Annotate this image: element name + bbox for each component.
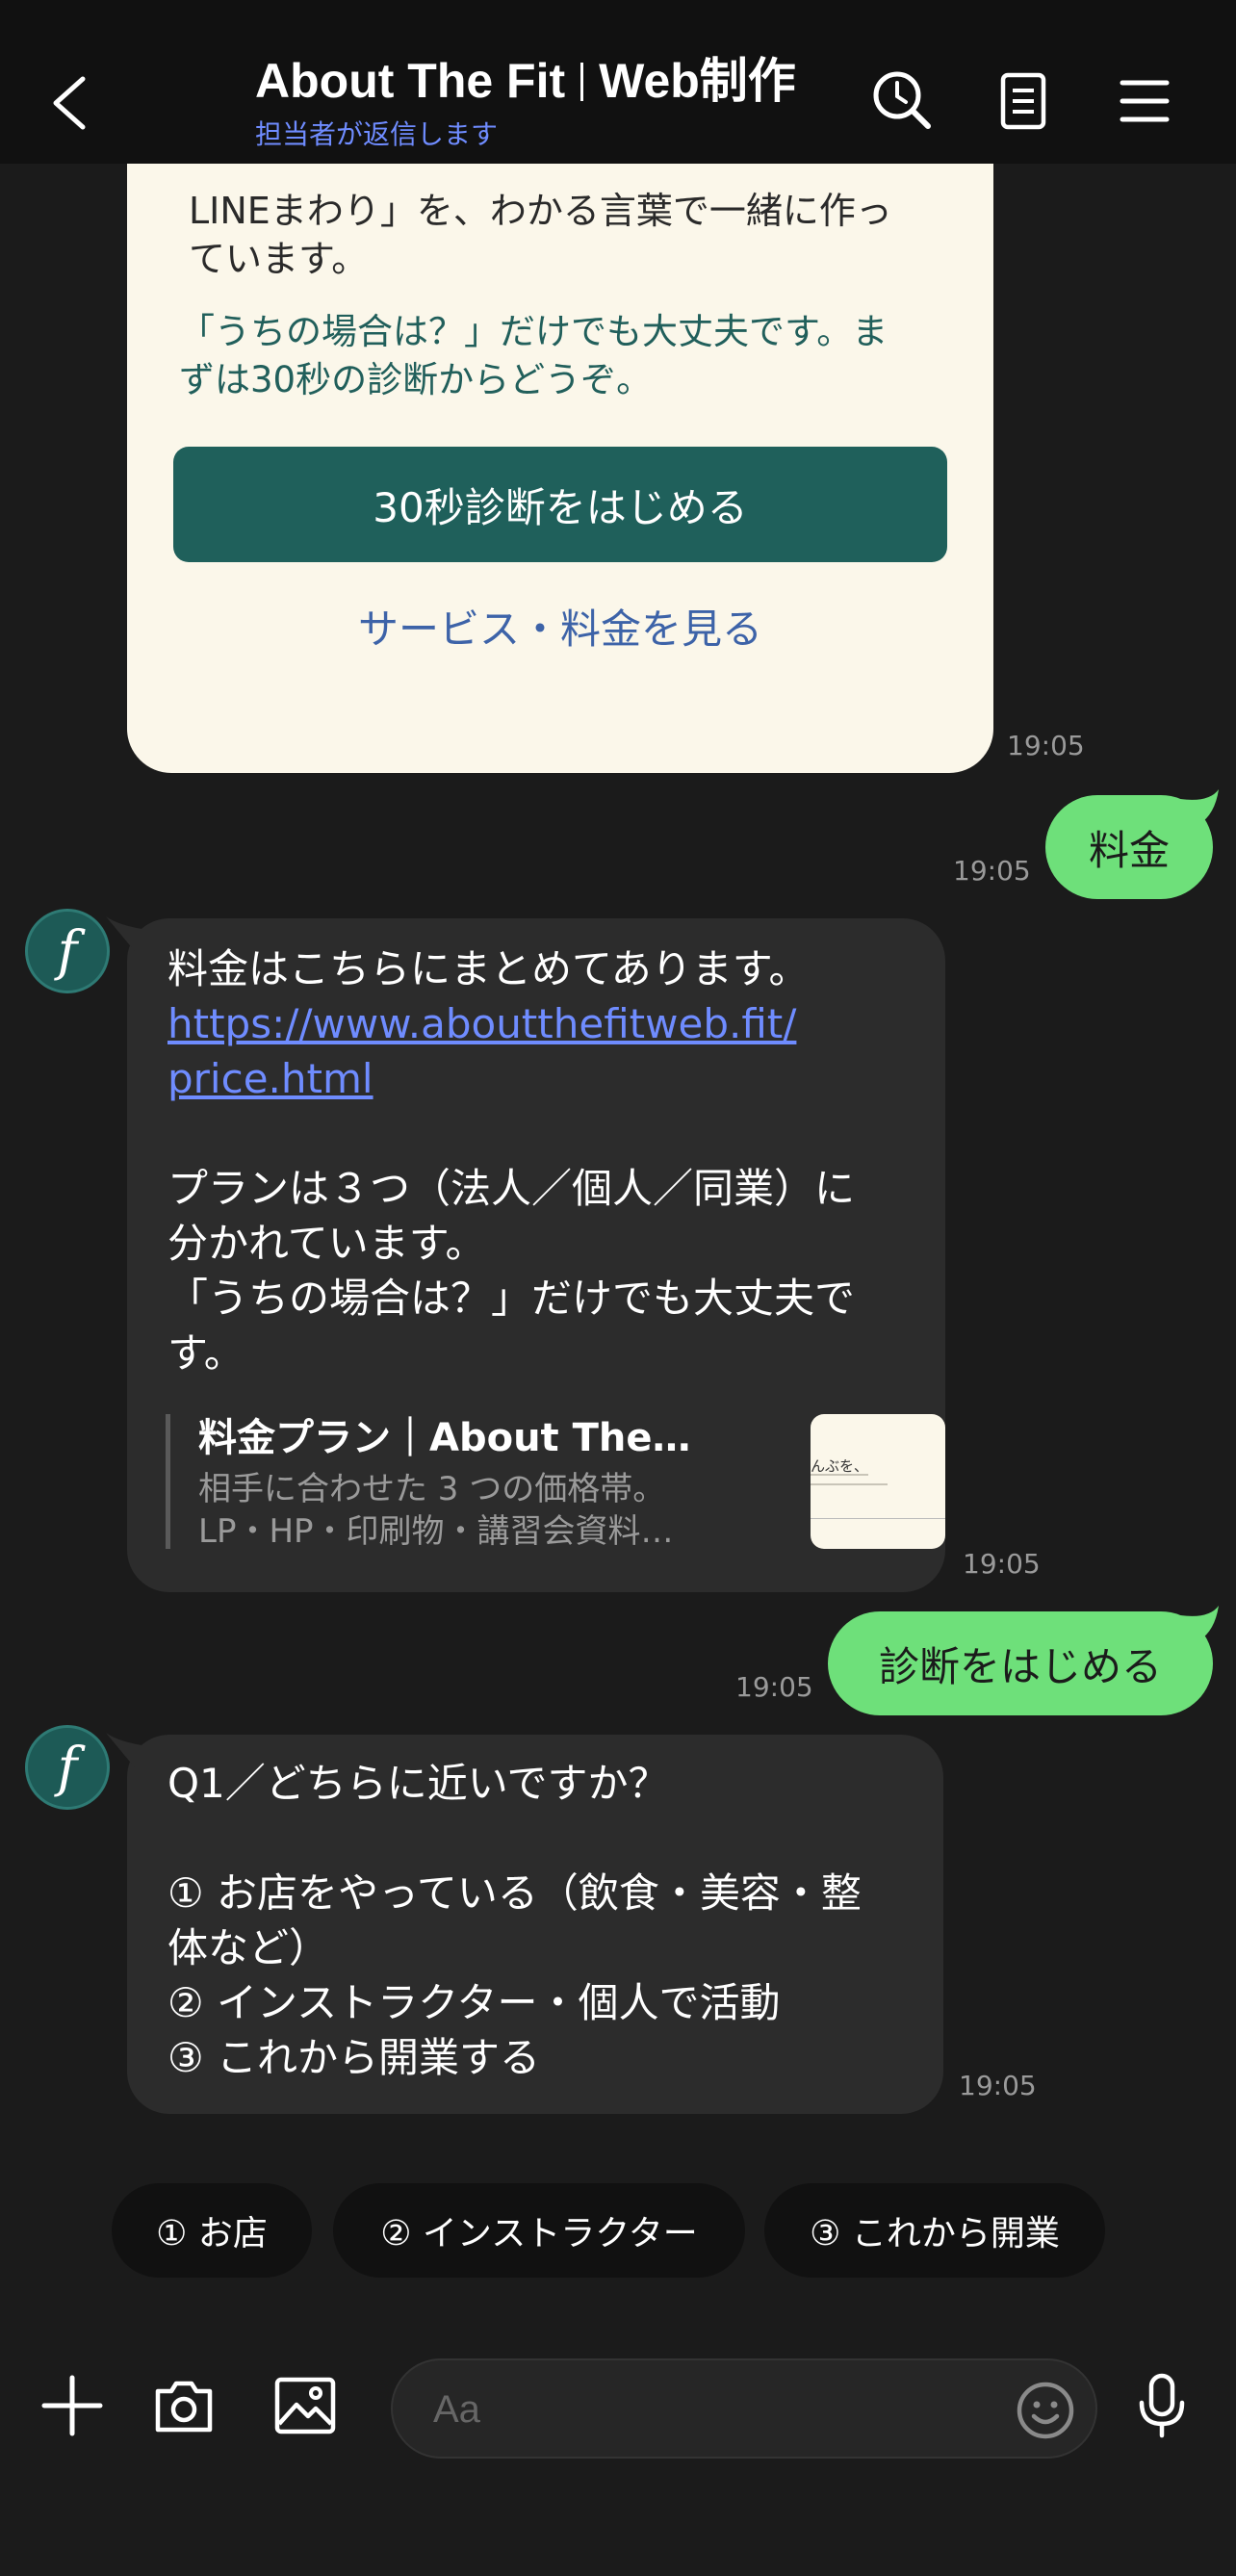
- outgoing-message-bubble: 料金: [1045, 789, 1219, 899]
- card-highlight-text: 「うちの場合は？」だけでも大丈夫です。ま ずは30秒の診断からどうぞ。: [179, 308, 949, 404]
- card-text-line: ずは30秒の診断からどうぞ。: [179, 359, 653, 400]
- message-line: 「うちの場合は？」だけでも大丈夫で: [167, 1275, 856, 1322]
- preview-description: 相手に合わせた 3 つの価格帯。: [198, 1470, 666, 1508]
- card-text-line: ています。: [189, 238, 369, 280]
- price-page-link[interactable]: price.html: [167, 1051, 373, 1106]
- add-button[interactable]: [39, 2372, 106, 2439]
- start-diagnosis-button[interactable]: 30秒診断をはじめる: [173, 447, 947, 562]
- preview-thumbnail: んぶを、: [811, 1414, 945, 1549]
- menu-icon: [1120, 80, 1170, 122]
- message-time: 19:05: [735, 1671, 813, 1703]
- notes-button[interactable]: [990, 67, 1057, 135]
- quick-reply-new-business[interactable]: ③ これから開業: [764, 2183, 1105, 2278]
- bubble-tail: [1180, 1606, 1219, 1640]
- message-time: 19:05: [959, 2070, 1037, 2101]
- rich-message-card: LINEまわり」を、わかる言葉で一緒に作っ ています。 「うちの場合は？」だけで…: [127, 164, 993, 773]
- link-preview[interactable]: 料金プラン｜About The… 相手に合わせた 3 つの価格帯。 LP・HP・…: [166, 1414, 945, 1551]
- chat-subtitle: 担当者が返信します: [255, 118, 499, 150]
- price-page-link[interactable]: https://www.aboutthefitweb.fit/: [167, 996, 928, 1051]
- bubble-tail: [106, 916, 148, 951]
- card-body-text: LINEまわり」を、わかる言葉で一緒に作っ ています。: [189, 187, 959, 283]
- image-button[interactable]: [271, 2372, 339, 2439]
- plus-icon: [41, 2375, 103, 2436]
- preview-bar: [166, 1414, 170, 1549]
- bubble-tail: [106, 1733, 148, 1767]
- search-history-button[interactable]: [868, 67, 936, 135]
- card-text-line: 「うちの場合は？」だけでも大丈夫です。ま: [179, 311, 888, 352]
- back-button[interactable]: [39, 60, 106, 146]
- message-line: ② インストラクター・個人で活動: [167, 1979, 781, 2026]
- message-line: 体など）: [167, 1924, 330, 1971]
- camera-button[interactable]: [150, 2372, 218, 2439]
- emoji-icon: [1017, 2382, 1074, 2439]
- emoji-button[interactable]: [1015, 2380, 1076, 2441]
- card-text-line: LINEまわり」を、わかる言葉で一緒に作っ: [189, 190, 892, 232]
- message-line: プランは３つ（法人／個人／同業）に: [167, 1165, 856, 1212]
- bubble-tail: [1180, 789, 1219, 824]
- message-time: 19:05: [963, 1548, 1041, 1580]
- message-input[interactable]: [433, 2383, 972, 2435]
- message-line: 分かれています。: [167, 1220, 486, 1267]
- notes-icon: [1000, 72, 1046, 130]
- message-time: 19:05: [953, 855, 1031, 887]
- title-separator: [580, 63, 584, 101]
- message-list[interactable]: LINEまわり」を、わかる言葉で一緒に作っ ています。 「うちの場合は？」だけで…: [0, 164, 1236, 2330]
- preview-description: LP・HP・印刷物・講習会資料…: [198, 1512, 674, 1551]
- incoming-message-bubble: Q1／どちらに近いですか？ ① お店をやっている（飲食・美容・整 体など） ② …: [106, 1733, 943, 2114]
- mic-icon: [1139, 2373, 1185, 2438]
- search-history-icon: [873, 71, 931, 129]
- title-suffix: Web制作: [599, 54, 796, 108]
- chat-title-area[interactable]: About The Fit Web制作 担当者が返信します: [255, 50, 871, 152]
- view-services-link[interactable]: サービス・料金を見る: [173, 578, 947, 674]
- quick-reply-shop[interactable]: ① お店: [112, 2183, 312, 2278]
- message-line: 料金はこちらにまとめてあります。: [167, 945, 810, 992]
- message-line: ① お店をやっている（飲食・美容・整: [167, 1869, 862, 1917]
- chat-title: About The Fit Web制作: [255, 50, 871, 112]
- message-text: 診断をはじめる: [878, 1642, 1162, 1690]
- title-name: About The Fit: [255, 54, 566, 108]
- message-input-bar: [0, 2330, 1236, 2576]
- menu-button[interactable]: [1111, 67, 1178, 135]
- quick-reply-instructor[interactable]: ② インストラクター: [333, 2183, 745, 2278]
- message-line: ③ これから開業する: [167, 2034, 541, 2081]
- thumbnail-text: んぶを、: [811, 1457, 869, 1475]
- voice-button[interactable]: [1128, 2372, 1196, 2439]
- image-icon: [274, 2377, 336, 2434]
- camera-icon: [155, 2381, 213, 2433]
- message-text: Q1／どちらに近いですか？ ① お店をやっている（飲食・美容・整 体など） ② …: [167, 1756, 928, 2085]
- bot-avatar[interactable]: f: [25, 909, 110, 993]
- message-text: 料金はこちらにまとめてあります。 https://www.aboutthefit…: [167, 941, 928, 1380]
- outgoing-message-bubble: 診断をはじめる: [828, 1606, 1219, 1715]
- preview-title: 料金プラン｜About The…: [198, 1416, 691, 1460]
- chat-header: About The Fit Web制作 担当者が返信します: [0, 0, 1236, 164]
- message-line: す。: [167, 1329, 245, 1377]
- message-field-wrapper: [391, 2358, 1097, 2459]
- back-icon: [53, 76, 86, 130]
- message-time: 19:05: [1007, 730, 1085, 761]
- bot-avatar[interactable]: f: [25, 1725, 110, 1810]
- message-line: Q1／どちらに近いですか？: [167, 1760, 669, 1807]
- incoming-message-bubble: 料金はこちらにまとめてあります。 https://www.aboutthefit…: [106, 916, 945, 1592]
- message-text: 料金: [1088, 826, 1170, 874]
